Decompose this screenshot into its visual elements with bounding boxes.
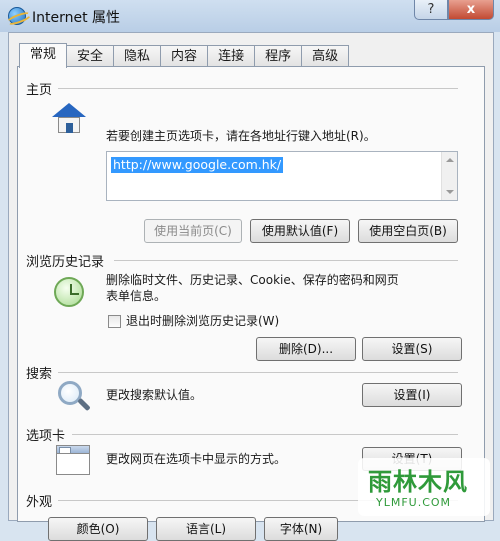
tab-programs[interactable]: 程序 [254,45,303,67]
tab-connections[interactable]: 连接 [207,45,256,67]
window-title: Internet 属性 [32,10,121,26]
history-description-line2: 表单信息。 [106,289,167,303]
scroll-up-icon[interactable] [446,158,454,162]
history-clock-icon [54,277,84,307]
watermark-main-text: 雨林木风 [368,468,468,496]
tab-privacy[interactable]: 隐私 [113,45,162,67]
home-page-section-title: 主页 [26,83,53,98]
home-page-description: 若要创建主页选项卡，请在各地址行键入地址(R)。 [106,129,376,143]
tabs-description: 更改网页在选项卡中显示的方式。 [106,452,287,466]
home-icon [52,103,86,135]
tab-content[interactable]: 内容 [160,45,209,67]
tabs-section-divider [72,434,458,435]
history-settings-button[interactable]: 设置(S) [362,337,462,361]
history-section-divider [114,260,458,261]
internet-explorer-icon [8,7,26,25]
search-section-divider [58,372,458,373]
browsing-history-section-title: 浏览历史记录 [26,255,105,270]
use-blank-button[interactable]: 使用空白页(B) [358,219,458,243]
tab-strip: 常规 安全 隐私 内容 连接 程序 高级 [19,43,350,68]
watermark-sub-text: YLMFU.COM [376,496,452,509]
history-description-line1: 删除临时文件、历史记录、Cookie、保存的密码和网页 [106,273,399,287]
title-bar: Internet 属性 ? x [0,0,500,32]
internet-options-dialog: 常规 安全 隐私 内容 连接 程序 高级 主页 若要创建主页选项卡，请在各地址行… [8,32,494,541]
magnifier-icon [58,381,94,417]
general-tab-panel: 主页 若要创建主页选项卡，请在各地址行键入地址(R)。 http://www.g… [17,66,485,541]
tabs-section-title: 选项卡 [26,429,66,444]
delete-on-exit-label: 退出时删除浏览历史记录(W) [126,314,280,328]
delete-on-exit-checkbox[interactable] [108,315,121,328]
window-controls: ? x [414,0,494,20]
search-section-title: 搜索 [26,367,53,382]
home-section-divider [58,88,458,89]
appearance-section-title: 外观 [26,495,53,510]
home-page-url: http://www.google.com.hk/ [111,157,284,173]
use-current-button[interactable]: 使用当前页(C) [144,219,242,243]
search-description: 更改搜索默认值。 [106,388,203,402]
close-button[interactable]: x [448,0,494,20]
delete-history-button[interactable]: 删除(D)... [256,337,356,361]
site-watermark: 雨林木风 YLMFU.COM [358,458,490,516]
tab-security[interactable]: 安全 [66,45,115,67]
tab-advanced[interactable]: 高级 [301,45,350,67]
home-page-address-textarea[interactable]: http://www.google.com.hk/ [106,151,458,201]
use-default-button[interactable]: 使用默认值(F) [250,219,350,243]
tabs-icon [56,445,90,475]
scroll-down-icon[interactable] [446,190,454,194]
tab-general[interactable]: 常规 [19,43,68,68]
address-scrollbar[interactable] [441,152,457,200]
search-settings-button[interactable]: 设置(I) [362,383,462,407]
help-button[interactable]: ? [414,0,448,20]
